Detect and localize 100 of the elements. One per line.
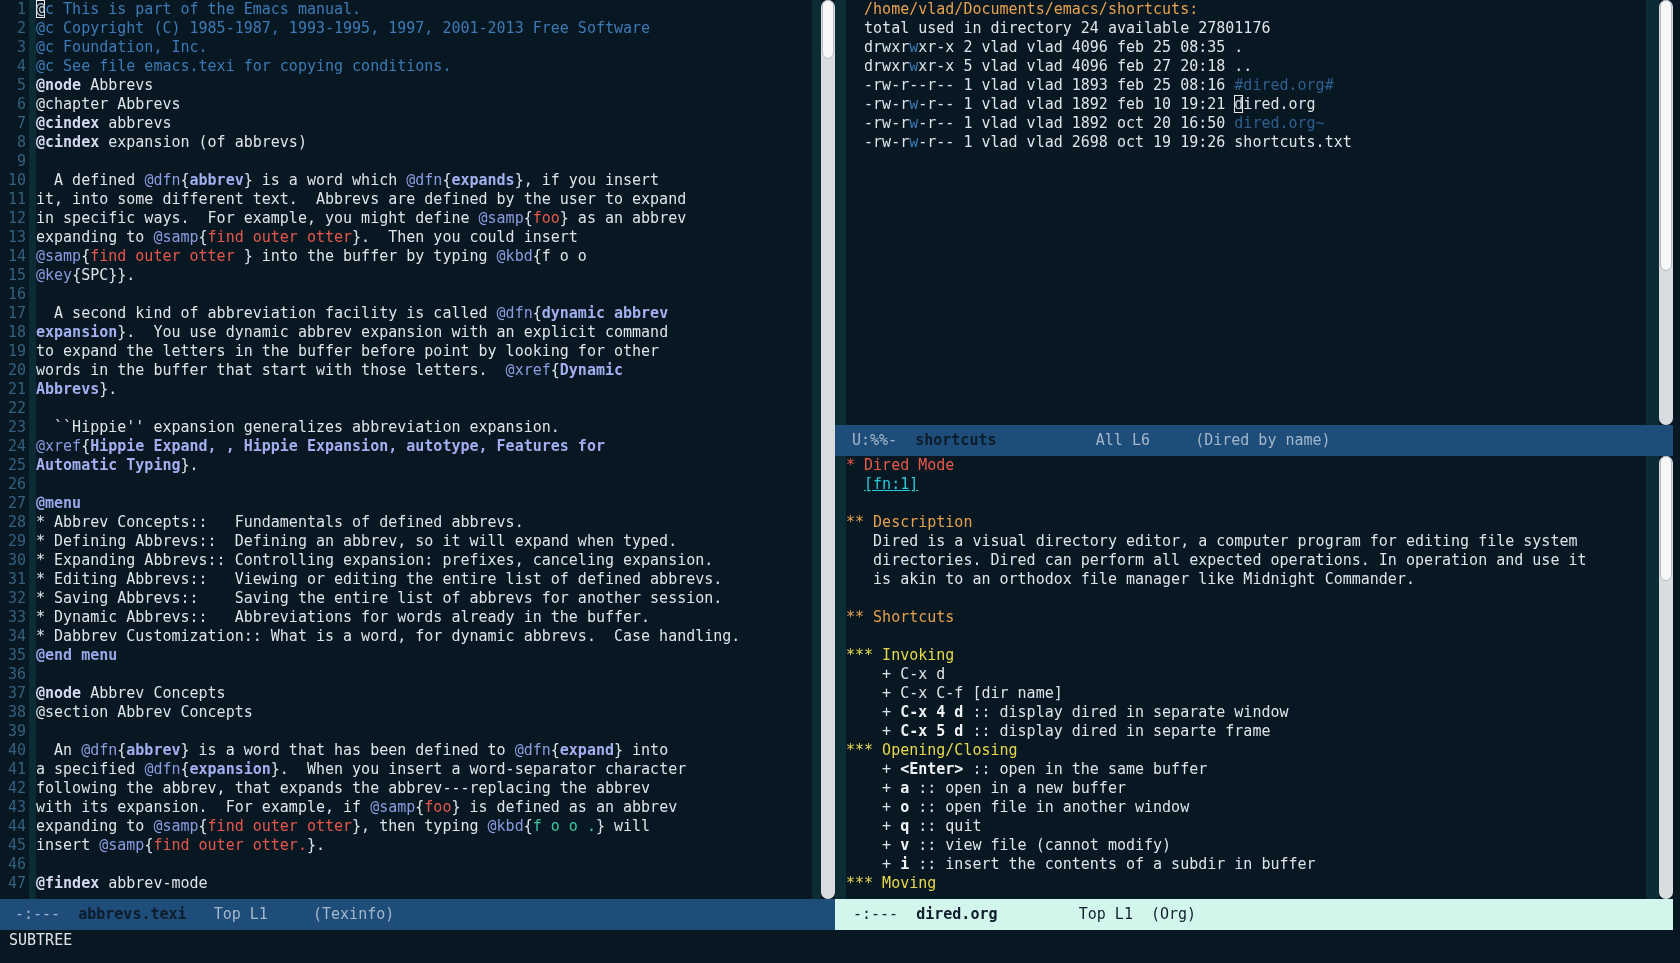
line-number: 36 — [6, 665, 26, 684]
outline-line: + C-x C-f [dir name] — [881, 684, 1064, 703]
code-line: * Dynamic Abbrevs:: Abbreviations for words already in the buffer. — [36, 608, 652, 627]
line-number: 15 — [6, 266, 26, 285]
outline-line: + q :: quit — [881, 817, 983, 836]
line-number: 13 — [6, 228, 26, 247]
line-number: 21 — [6, 380, 26, 399]
line-number: 23 — [6, 418, 26, 437]
line-number: 9 — [15, 152, 26, 171]
scroll-bar[interactable] — [1659, 0, 1673, 425]
line-number: 3 — [15, 38, 26, 57]
modified-flags[interactable]: U:%%- — [852, 431, 916, 450]
code-line: An @dfn{abbrev} is a word that has been defined to @dfn{expand} into — [53, 741, 670, 760]
line-number: 12 — [6, 209, 26, 228]
outline-heading: * Dired Mode — [846, 456, 956, 475]
outline-heading: *** Invoking — [846, 646, 956, 665]
code-line: * Abbrev Concepts:: Fundamentals of defined abbrevs. — [36, 513, 525, 532]
buffer-name[interactable]: dired.org — [916, 905, 1079, 924]
outline-heading: *** Opening/Closing — [846, 741, 1019, 760]
scroll-bar[interactable] — [821, 0, 835, 899]
line-number: 11 — [6, 190, 26, 209]
outline-line: Dired is a visual directory editor, a computer program for editing file system — [872, 532, 1579, 551]
code-line: @section Abbrev Concepts — [36, 703, 254, 722]
footnote-link[interactable]: [fn:1] — [864, 475, 919, 493]
code-line: * Expanding Abbrevs:: Controlling expansion: prefixes, canceling expansion. — [36, 551, 715, 570]
echo-message: SUBTREE — [9, 931, 73, 949]
outline-line: + v :: view file (cannot modify) — [881, 836, 1173, 855]
code-line: expanding to @samp{find outer otter}. Then you could insert — [36, 228, 579, 247]
scroll-thumb[interactable] — [822, 0, 834, 59]
line-number: 4 — [15, 57, 26, 76]
outline-heading: *** Moving — [846, 874, 938, 893]
line-number: 6 — [15, 95, 26, 114]
code-line: it, into some different text. Abbrevs are defined by the user to expand — [36, 190, 688, 209]
code-line: words in the buffer that start with those letters. @xref{Dynamic — [36, 361, 624, 380]
directory-line: drwxrwxr-x 5 vlad vlad 4096 feb 27 20:18 .. — [863, 57, 1254, 76]
line-number: 20 — [6, 361, 26, 380]
modified-flags[interactable]: -:--- — [15, 905, 79, 924]
code-line: following the abbrev, that expands the abbrev---replacing the abbrev — [36, 779, 652, 798]
outline-line: + C-x 5 d :: display dired in separte frame — [881, 722, 1272, 741]
code-line: @end menu — [36, 646, 119, 665]
line-number: 37 — [6, 684, 26, 703]
code-line: @menu — [36, 494, 83, 513]
code-line: * Defining Abbrevs:: Defining an abbrev, so it will expand when typed. — [36, 532, 679, 551]
line-number: 5 — [15, 76, 26, 95]
line-number: 10 — [6, 171, 26, 190]
line-number: 14 — [6, 247, 26, 266]
line-position: All L6 — [1095, 431, 1151, 450]
outline-line: + i :: insert the contents of a subdir in buffer — [881, 855, 1317, 874]
code-line: @node Abbrevs — [36, 76, 155, 95]
line-number: 44 — [6, 817, 26, 836]
code-line: A defined @dfn{abbrev} is a word which @dfn{expands}, if you insert — [53, 171, 661, 190]
line-number: 43 — [6, 798, 26, 817]
line-number: 19 — [6, 342, 26, 361]
directory-line: -rw-rw-r-- 1 vlad vlad 1892 oct 20 16:50 dired.org~ — [863, 114, 1326, 133]
outline-line: is akin to an orthodox file manager like Midnight Commander. — [872, 570, 1416, 589]
code-line: with its expansion. For example, if @samp{foo} is defined as an abbrev — [36, 798, 679, 817]
line-number: 2 — [15, 19, 26, 38]
line-number: 34 — [6, 627, 26, 646]
scroll-thumb[interactable] — [1660, 0, 1672, 271]
scroll-bar[interactable] — [1659, 456, 1673, 899]
directory-line: drwxrwxr-x 2 vlad vlad 4096 feb 25 08:35 . — [863, 38, 1245, 57]
line-number: 40 — [6, 741, 26, 760]
line-number: 26 — [6, 475, 26, 494]
code-line: * Dabbrev Customization:: What is a word, for dynamic abbrevs. Case handling. — [36, 627, 742, 646]
code-line: a specified @dfn{expansion}. When you insert a word-separator character — [36, 760, 688, 779]
line-number: 35 — [6, 646, 26, 665]
line-number: 45 — [6, 836, 26, 855]
code-line: Abbrevs}. — [36, 380, 119, 399]
line-number: 30 — [6, 551, 26, 570]
code-line: to expand the letters in the buffer before point by looking for other — [36, 342, 661, 361]
line-number: 25 — [6, 456, 26, 475]
line-number: 16 — [6, 285, 26, 304]
code-line: @xref{Hippie Expand, , Hippie Expansion, autotype, Features for — [36, 437, 606, 456]
outline-line: + C-x d — [881, 665, 947, 684]
line-number: 22 — [6, 399, 26, 418]
line-number: 38 — [6, 703, 26, 722]
code-line: expansion}. You use dynamic abbrev expansion with an explicit command — [36, 323, 670, 342]
code-line: * Saving Abbrevs:: Saving the entire list of abbrevs for another session. — [36, 589, 724, 608]
code-line: ``Hippie'' expansion generalizes abbreviation expansion. — [53, 418, 561, 437]
code-line: insert @samp{find outer otter.}. — [36, 836, 326, 855]
line-number: 46 — [6, 855, 26, 874]
line-number: 24 — [6, 437, 26, 456]
code-line: Automatic Typing}. — [36, 456, 200, 475]
major-mode[interactable]: (Dired by name) — [1195, 431, 1331, 450]
line-number: 47 — [6, 874, 26, 893]
line-number: 33 — [6, 608, 26, 627]
code-line: expanding to @samp{find outer otter}, then typing @kbd{f o o .} will — [36, 817, 652, 836]
outline-line: + a :: open in a new buffer — [881, 779, 1127, 798]
directory-line: /home/vlad/Documents/emacs/shortcuts: — [863, 0, 1200, 19]
major-mode[interactable]: (Org) — [1151, 905, 1197, 924]
scroll-thumb[interactable] — [1660, 456, 1672, 581]
line-number: 8 — [15, 133, 26, 152]
line-number: 29 — [6, 532, 26, 551]
modified-flags[interactable]: -:--- — [853, 905, 917, 924]
major-mode[interactable]: (Texinfo) — [313, 905, 395, 924]
outline-line: + o :: open file in another window — [881, 798, 1191, 817]
code-line: @c See file emacs.texi for copying conditions. — [36, 57, 453, 76]
code-line: @samp{find outer otter } into the buffer by typing @kbd{f o o — [36, 247, 588, 266]
outline-line: + C-x 4 d :: display dired in separate window — [881, 703, 1290, 722]
line-number: 31 — [6, 570, 26, 589]
